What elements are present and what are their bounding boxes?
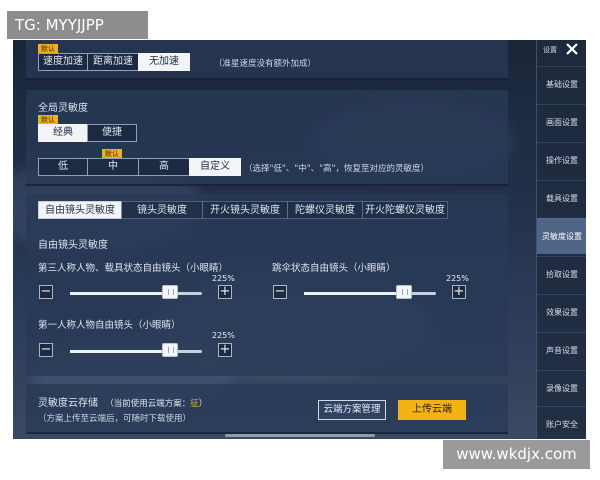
settings-label: 设置 (543, 46, 557, 54)
cloud-storage-title-text: 灵敏度云存储 (38, 398, 98, 409)
option-medium[interactable]: 中 (87, 158, 139, 176)
sidebar-item-pickup[interactable]: 拾取设置 (537, 256, 586, 292)
settings-sidebar: 设置 基础设置 画面设置 操作设置 载具设置 灵敏度设置 拾取设置 效果设置 声… (536, 40, 586, 439)
tab-free-camera[interactable]: 自由镜头灵敏度 (38, 201, 122, 219)
tab-gyroscope[interactable]: 陀螺仪灵敏度 (287, 201, 363, 219)
watermark-top-left: TG: MYYJJPP (7, 11, 148, 39)
global-sensitivity-panel: 全局灵敏度 默认 经典 便捷 默认 低 中 高 自定义 （选择"低"、"中"、"… (26, 90, 508, 186)
sensitivity-level-selector: 低 中 高 自定义 (38, 158, 241, 176)
decrease-button[interactable]: − (39, 343, 53, 357)
tab-camera[interactable]: 镜头灵敏度 (121, 201, 203, 219)
slider-track[interactable] (304, 292, 436, 295)
cloud-storage-panel: 灵敏度云存储 （当前使用云端方案：征） （方案上传至云端后，可随时下载使用） 云… (26, 384, 508, 434)
option-speed-boost[interactable]: 速度加速 (38, 53, 88, 71)
slider-thumb[interactable] (162, 343, 178, 357)
current-plan-prefix: （当前使用云端方案： (105, 399, 191, 409)
slider-track[interactable] (70, 350, 202, 353)
level-note: （选择"低"、"中"、"高"，恢复至对应的灵敏度） (244, 164, 429, 174)
option-classic[interactable]: 经典 (38, 124, 88, 142)
free-camera-section-title: 自由镜头灵敏度 (38, 240, 108, 251)
slider-label: 第三人称人物、载具状态自由镜头（小眼睛） (38, 263, 229, 274)
tab-fire-camera[interactable]: 开火镜头灵敏度 (202, 201, 288, 219)
aim-speed-selector: 速度加速 距离加速 无加速 (38, 53, 190, 71)
cloud-storage-note: （方案上传至云端后，可随时下载使用） (38, 414, 192, 424)
decrease-button[interactable]: − (273, 285, 287, 299)
option-convenient[interactable]: 便捷 (87, 124, 137, 142)
slider-label: 第一人称人物自由镜头（小眼睛） (38, 320, 181, 331)
sidebar-item-graphics[interactable]: 画面设置 (537, 104, 586, 140)
sidebar-item-controls[interactable]: 操作设置 (537, 142, 586, 178)
slider-value: 225% (212, 331, 235, 340)
upload-cloud-button[interactable]: 上传云端 (398, 400, 466, 420)
current-plan-suffix: ） (198, 399, 208, 409)
decrease-button[interactable]: − (39, 285, 53, 299)
cloud-plan-manage-button[interactable]: 云端方案管理 (318, 400, 386, 420)
increase-button[interactable]: + (218, 285, 232, 299)
sidebar-item-basic[interactable]: 基础设置 (537, 66, 586, 102)
sidebar-item-sensitivity[interactable]: 灵敏度设置 (537, 218, 586, 254)
sidebar-item-vehicle[interactable]: 载具设置 (537, 180, 586, 216)
watermark-bottom-right: www.wkdjx.com (443, 440, 590, 469)
slider-value: 225% (212, 274, 235, 283)
bottom-scrollbar[interactable] (225, 434, 375, 437)
option-custom[interactable]: 自定义 (189, 158, 241, 176)
sidebar-item-recording[interactable]: 录像设置 (537, 370, 586, 406)
increase-button[interactable]: + (218, 343, 232, 357)
slider-thumb[interactable] (396, 285, 412, 299)
global-sensitivity-title: 全局灵敏度 (38, 103, 88, 114)
close-icon[interactable] (564, 41, 580, 57)
slider-label: 跳伞状态自由镜头（小眼睛） (272, 263, 396, 274)
game-settings-screen: 默认 速度加速 距离加速 无加速 （准星速度没有额外加成） 全局灵敏度 默认 经… (13, 40, 586, 439)
tab-fire-gyroscope[interactable]: 开火陀螺仪灵敏度 (362, 201, 448, 219)
aim-speed-note: （准星速度没有额外加成） (214, 59, 317, 69)
current-plan-name: 征 (190, 399, 199, 409)
slider-track[interactable] (70, 292, 202, 295)
aim-speed-panel: 默认 速度加速 距离加速 无加速 （准星速度没有额外加成） (26, 40, 508, 80)
sensitivity-mode-selector: 经典 便捷 (38, 124, 137, 142)
increase-button[interactable]: + (452, 285, 466, 299)
option-high[interactable]: 高 (138, 158, 190, 176)
sidebar-header: 设置 (537, 40, 586, 60)
free-camera-panel: 自由镜头灵敏度 镜头灵敏度 开火镜头灵敏度 陀螺仪灵敏度 开火陀螺仪灵敏度 自由… (26, 194, 508, 376)
option-no-boost[interactable]: 无加速 (138, 53, 190, 71)
slider-value: 225% (446, 274, 469, 283)
slider-thumb[interactable] (162, 285, 178, 299)
sidebar-item-effects[interactable]: 效果设置 (537, 294, 586, 330)
sidebar-item-account[interactable]: 账户安全 (537, 406, 586, 439)
sensitivity-tabs: 自由镜头灵敏度 镜头灵敏度 开火镜头灵敏度 陀螺仪灵敏度 开火陀螺仪灵敏度 (38, 201, 448, 219)
cloud-storage-title: 灵敏度云存储 （当前使用云端方案：征） (38, 394, 207, 409)
sidebar-item-sound[interactable]: 声音设置 (537, 332, 586, 368)
option-distance-boost[interactable]: 距离加速 (87, 53, 139, 71)
option-low[interactable]: 低 (38, 158, 88, 176)
